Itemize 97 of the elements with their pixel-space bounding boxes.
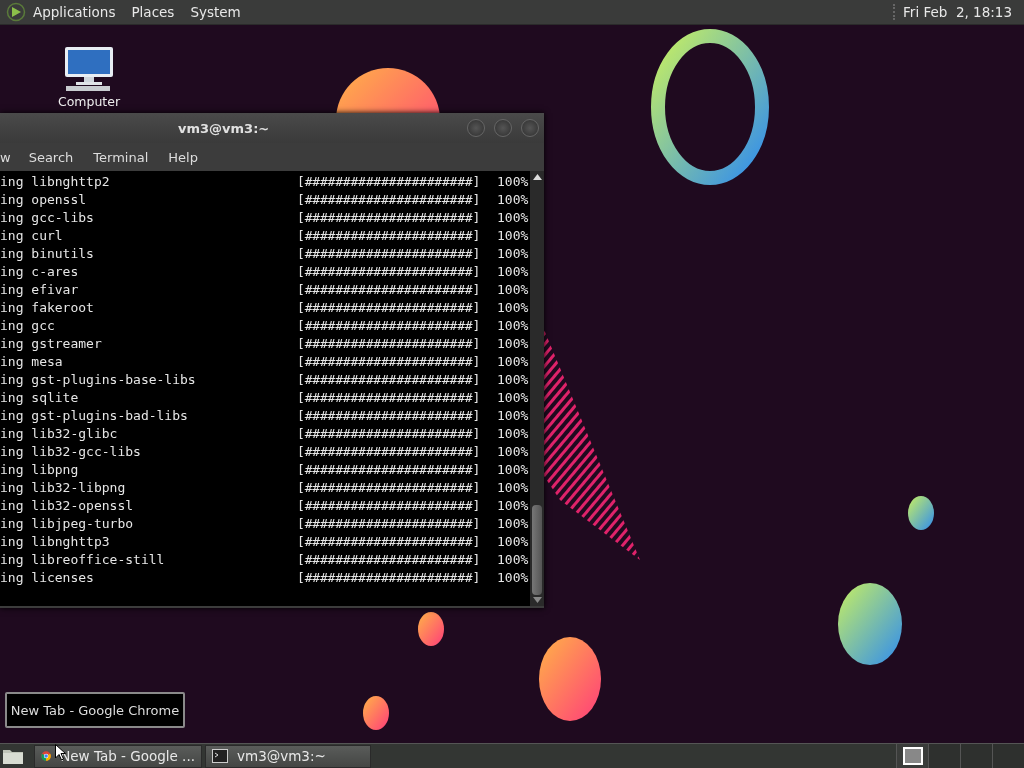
clock[interactable]: Fri Feb 2, 18:13 <box>893 4 1012 20</box>
scroll-thumb[interactable] <box>532 505 542 595</box>
progress-text: [######################] <box>297 389 482 405</box>
percent-text: 100% <box>497 335 529 351</box>
terminal-line: ing lib32-openssl <box>0 497 135 513</box>
progress-text: [######################] <box>297 443 482 459</box>
terminal-line: ing openssl <box>0 191 88 207</box>
terminal-line: ing binutils <box>0 245 95 261</box>
minimize-button[interactable] <box>467 119 485 137</box>
progress-text: [######################] <box>297 335 482 351</box>
computer-icon[interactable] <box>64 46 114 92</box>
terminal-line: ing libnghttp3 <box>0 533 111 549</box>
terminal-icon <box>212 749 228 763</box>
progress-text: [######################] <box>297 497 482 513</box>
panel-menu[interactable]: System <box>190 4 241 20</box>
scroll-up-icon[interactable] <box>532 174 542 180</box>
panel-menu[interactable]: Places <box>131 4 175 20</box>
browser-icon <box>41 748 52 764</box>
progress-text: [######################] <box>297 569 482 585</box>
maximize-button[interactable] <box>494 119 512 137</box>
folder-icon[interactable] <box>2 747 24 765</box>
percent-text: 100% <box>497 461 529 477</box>
percent-text: 100% <box>497 533 529 549</box>
progress-text: [######################] <box>297 461 482 477</box>
percent-text: 100% <box>497 425 529 441</box>
percent-text: 100% <box>497 551 529 567</box>
logo-icon <box>6 2 26 22</box>
progress-text: [######################] <box>297 227 482 243</box>
menu-item[interactable]: Terminal <box>93 149 149 165</box>
percent-text: 100% <box>497 389 529 405</box>
terminal-line: ing licenses <box>0 569 95 585</box>
progress-text: [######################] <box>297 317 482 333</box>
progress-text: [######################] <box>297 263 482 279</box>
percent-text: 100% <box>497 407 529 423</box>
terminal-line: ing libnghttp2 <box>0 173 111 189</box>
terminal-line: ing libjpeg-turbo <box>0 515 135 531</box>
workspace-switcher-cell[interactable] <box>896 744 928 768</box>
terminal-line: ing mesa <box>0 353 64 369</box>
menu-item[interactable]: w <box>0 149 11 165</box>
progress-text: [######################] <box>297 533 482 549</box>
terminal-line: ing gst-plugins-base-libs <box>0 371 197 387</box>
percent-text: 100% <box>497 371 529 387</box>
terminal-line: ing lib32-glibc <box>0 425 119 441</box>
terminal-line: ing lib32-gcc-libs <box>0 443 142 459</box>
menu-item[interactable]: Help <box>168 149 198 165</box>
terminal-line: ing libpng <box>0 461 80 477</box>
progress-text: [######################] <box>297 425 482 441</box>
workspace-switcher-cell[interactable] <box>960 744 992 768</box>
progress-text: [######################] <box>297 209 482 225</box>
terminal-line: ing c-ares <box>0 263 80 279</box>
terminal-line: ing curl <box>0 227 64 243</box>
progress-text: [######################] <box>297 479 482 495</box>
terminal-line: ing libreoffice-still <box>0 551 166 567</box>
terminal-line: ing sqlite <box>0 389 80 405</box>
progress-text: [######################] <box>297 245 482 261</box>
percent-text: 100% <box>497 245 529 261</box>
percent-text: 100% <box>497 515 529 531</box>
percent-text: 100% <box>497 191 529 207</box>
close-button[interactable] <box>521 119 539 137</box>
progress-text: [######################] <box>297 551 482 567</box>
tooltip: New Tab - Google Chrome <box>5 692 185 728</box>
percent-text: 100% <box>497 227 529 243</box>
progress-text: [######################] <box>297 281 482 297</box>
progress-text: [######################] <box>297 371 482 387</box>
progress-text: [######################] <box>297 353 482 369</box>
percent-text: 100% <box>497 209 529 225</box>
panel-menu[interactable]: Applications <box>33 4 116 20</box>
terminal-line: ing lib32-libpng <box>0 479 127 495</box>
window-title: vm3@vm3:~ <box>178 120 270 136</box>
progress-text: [######################] <box>297 191 482 207</box>
scroll-down-icon[interactable] <box>532 597 542 603</box>
percent-text: 100% <box>497 317 529 333</box>
desktop-icon-label[interactable]: Computer <box>57 94 121 109</box>
progress-text: [######################] <box>297 515 482 531</box>
percent-text: 100% <box>497 173 529 189</box>
terminal-line: ing fakeroot <box>0 299 95 315</box>
percent-text: 100% <box>497 281 529 297</box>
percent-text: 100% <box>497 497 529 513</box>
terminal-line: ing gstreamer <box>0 335 103 351</box>
percent-text: 100% <box>497 569 529 585</box>
percent-text: 100% <box>497 353 529 369</box>
scrollbar[interactable] <box>530 171 544 606</box>
progress-text: [######################] <box>297 407 482 423</box>
percent-text: 100% <box>497 443 529 459</box>
terminal-line: ing gst-plugins-bad-libs <box>0 407 189 423</box>
progress-text: [######################] <box>297 299 482 315</box>
percent-text: 100% <box>497 299 529 315</box>
percent-text: 100% <box>497 479 529 495</box>
taskbar-button[interactable]: vm3@vm3:~ <box>205 744 371 768</box>
terminal-line: ing gcc-libs <box>0 209 95 225</box>
workspace-switcher-cell[interactable] <box>992 744 1024 768</box>
percent-text: 100% <box>497 263 529 279</box>
terminal-line: ing gcc <box>0 317 56 333</box>
menu-item[interactable]: Search <box>28 149 74 165</box>
progress-text: [######################] <box>297 173 482 189</box>
terminal-line: ing efivar <box>0 281 80 297</box>
workspace-switcher-cell[interactable] <box>928 744 960 768</box>
